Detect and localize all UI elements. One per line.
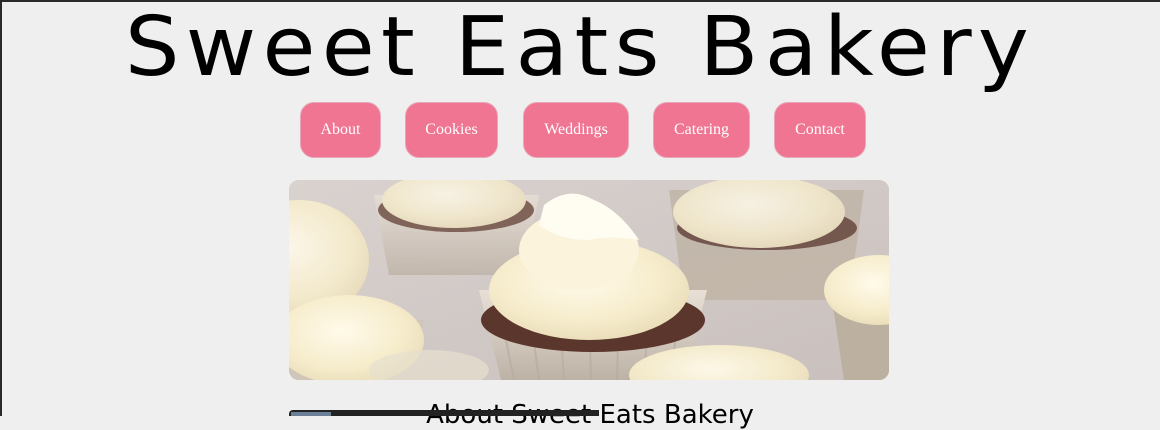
nav-catering-button[interactable]: Catering <box>653 102 750 158</box>
hero-image <box>289 180 889 380</box>
about-image <box>289 410 599 416</box>
nav-contact-button[interactable]: Contact <box>774 102 866 158</box>
main-nav: About Cookies Weddings Catering Contact <box>0 102 1160 160</box>
cupcakes-photo <box>289 180 889 380</box>
nav-cookies-button[interactable]: Cookies <box>405 102 498 158</box>
nav-about-button[interactable]: About <box>300 102 381 158</box>
site-title: Sweet Eats Bakery <box>124 0 1036 95</box>
nav-weddings-button[interactable]: Weddings <box>523 102 629 158</box>
